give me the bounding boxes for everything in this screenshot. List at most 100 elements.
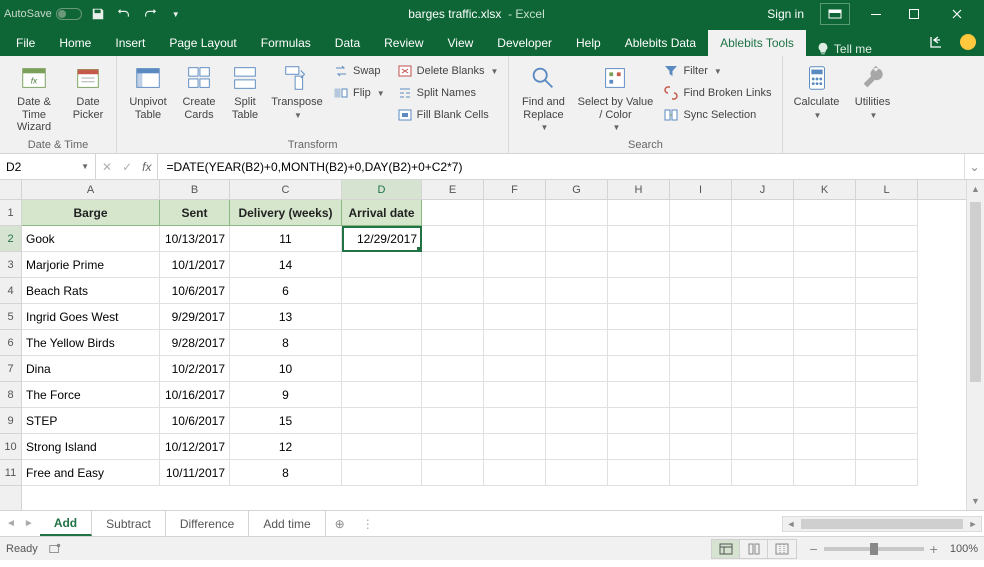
cell[interactable] (670, 226, 732, 252)
ribbon-display-button[interactable] (820, 3, 850, 25)
row-header[interactable]: 5 (0, 304, 21, 330)
find-broken-links-button[interactable]: Find Broken Links (659, 82, 775, 104)
swap-button[interactable]: Swap (329, 60, 389, 82)
scroll-right-button[interactable]: ► (965, 519, 981, 529)
cell[interactable] (856, 460, 918, 486)
scroll-left-button[interactable]: ◄ (783, 519, 799, 529)
cell[interactable] (732, 304, 794, 330)
cell[interactable]: Free and Easy (22, 460, 160, 486)
cell[interactable]: 10/6/2017 (160, 408, 230, 434)
cell[interactable] (484, 460, 546, 486)
tab-home[interactable]: Home (47, 30, 103, 56)
cell[interactable] (856, 304, 918, 330)
cell[interactable] (608, 408, 670, 434)
cell[interactable] (732, 278, 794, 304)
cell[interactable]: 10/11/2017 (160, 460, 230, 486)
zoom-in-button[interactable]: + (930, 541, 938, 557)
redo-button[interactable] (140, 4, 160, 24)
sheet-tab[interactable]: Add time (249, 511, 325, 536)
tab-review[interactable]: Review (372, 30, 435, 56)
cell[interactable]: 12 (230, 434, 342, 460)
cell[interactable] (732, 226, 794, 252)
cell[interactable] (670, 356, 732, 382)
calculate-button[interactable]: Calculate ▼ (789, 60, 845, 122)
cell[interactable] (422, 252, 484, 278)
date-picker-button[interactable]: Date Picker (66, 60, 110, 123)
row-header[interactable]: 9 (0, 408, 21, 434)
cell[interactable] (546, 356, 608, 382)
cell[interactable] (732, 356, 794, 382)
tab-ablebits-data[interactable]: Ablebits Data (613, 30, 708, 56)
cell[interactable] (794, 278, 856, 304)
cell[interactable] (342, 408, 422, 434)
cell[interactable]: 10/6/2017 (160, 278, 230, 304)
cell[interactable] (422, 434, 484, 460)
cell[interactable] (794, 304, 856, 330)
row-header[interactable]: 4 (0, 278, 21, 304)
cell[interactable] (670, 460, 732, 486)
horizontal-scrollbar[interactable]: ◄ ► (782, 516, 982, 532)
cell[interactable]: 13 (230, 304, 342, 330)
tab-page-layout[interactable]: Page Layout (157, 30, 248, 56)
select-all-corner[interactable] (0, 180, 22, 200)
select-by-button[interactable]: Select by Value / Color ▼ (575, 60, 655, 134)
cell[interactable] (546, 408, 608, 434)
cell[interactable] (794, 200, 856, 226)
normal-view-button[interactable] (712, 540, 740, 558)
cell[interactable]: 15 (230, 408, 342, 434)
page-break-view-button[interactable] (768, 540, 796, 558)
cell[interactable] (608, 382, 670, 408)
cell[interactable] (422, 226, 484, 252)
undo-button[interactable] (114, 4, 134, 24)
row-header[interactable]: 2 (0, 226, 21, 252)
column-header[interactable]: D (342, 180, 422, 199)
cell[interactable] (422, 330, 484, 356)
zoom-out-button[interactable]: − (809, 541, 817, 557)
cell[interactable] (794, 356, 856, 382)
cell[interactable] (856, 408, 918, 434)
cell[interactable] (670, 200, 732, 226)
cell[interactable]: 9/29/2017 (160, 304, 230, 330)
cell[interactable]: Barge (22, 200, 160, 226)
cell[interactable]: 11 (230, 226, 342, 252)
cell[interactable]: 9 (230, 382, 342, 408)
cell[interactable] (670, 278, 732, 304)
cell[interactable] (342, 382, 422, 408)
cell[interactable]: 10/2/2017 (160, 356, 230, 382)
row-header[interactable]: 10 (0, 434, 21, 460)
cell[interactable] (546, 278, 608, 304)
cell[interactable] (670, 408, 732, 434)
cell[interactable]: Arrival date (342, 200, 422, 226)
cell[interactable] (546, 330, 608, 356)
cell[interactable] (856, 382, 918, 408)
cell[interactable] (342, 356, 422, 382)
create-cards-button[interactable]: Create Cards (177, 60, 221, 123)
cell[interactable]: Marjorie Prime (22, 252, 160, 278)
column-header[interactable]: A (22, 180, 160, 199)
cell[interactable] (484, 304, 546, 330)
cell[interactable] (794, 226, 856, 252)
split-table-button[interactable]: Split Table (225, 60, 265, 123)
find-replace-button[interactable]: Find and Replace ▼ (515, 60, 571, 134)
date-time-wizard-button[interactable]: fx Date & Time Wizard (6, 60, 62, 136)
cell[interactable] (546, 434, 608, 460)
column-header[interactable]: I (670, 180, 732, 199)
cell[interactable] (670, 434, 732, 460)
scroll-down-button[interactable]: ▼ (967, 492, 984, 510)
utilities-button[interactable]: Utilities ▼ (849, 60, 897, 122)
cell[interactable]: 14 (230, 252, 342, 278)
cell[interactable] (342, 460, 422, 486)
autosave-toggle[interactable]: AutoSave (4, 8, 82, 20)
cell[interactable] (422, 408, 484, 434)
cell[interactable] (794, 252, 856, 278)
cell[interactable] (484, 382, 546, 408)
scroll-thumb[interactable] (801, 519, 963, 529)
cell[interactable] (484, 408, 546, 434)
cell[interactable]: 12/29/2017 (342, 226, 422, 252)
save-button[interactable] (88, 4, 108, 24)
share-button[interactable] (920, 28, 952, 56)
cell[interactable] (608, 252, 670, 278)
cell[interactable] (670, 330, 732, 356)
cell[interactable] (732, 200, 794, 226)
cell[interactable] (794, 434, 856, 460)
